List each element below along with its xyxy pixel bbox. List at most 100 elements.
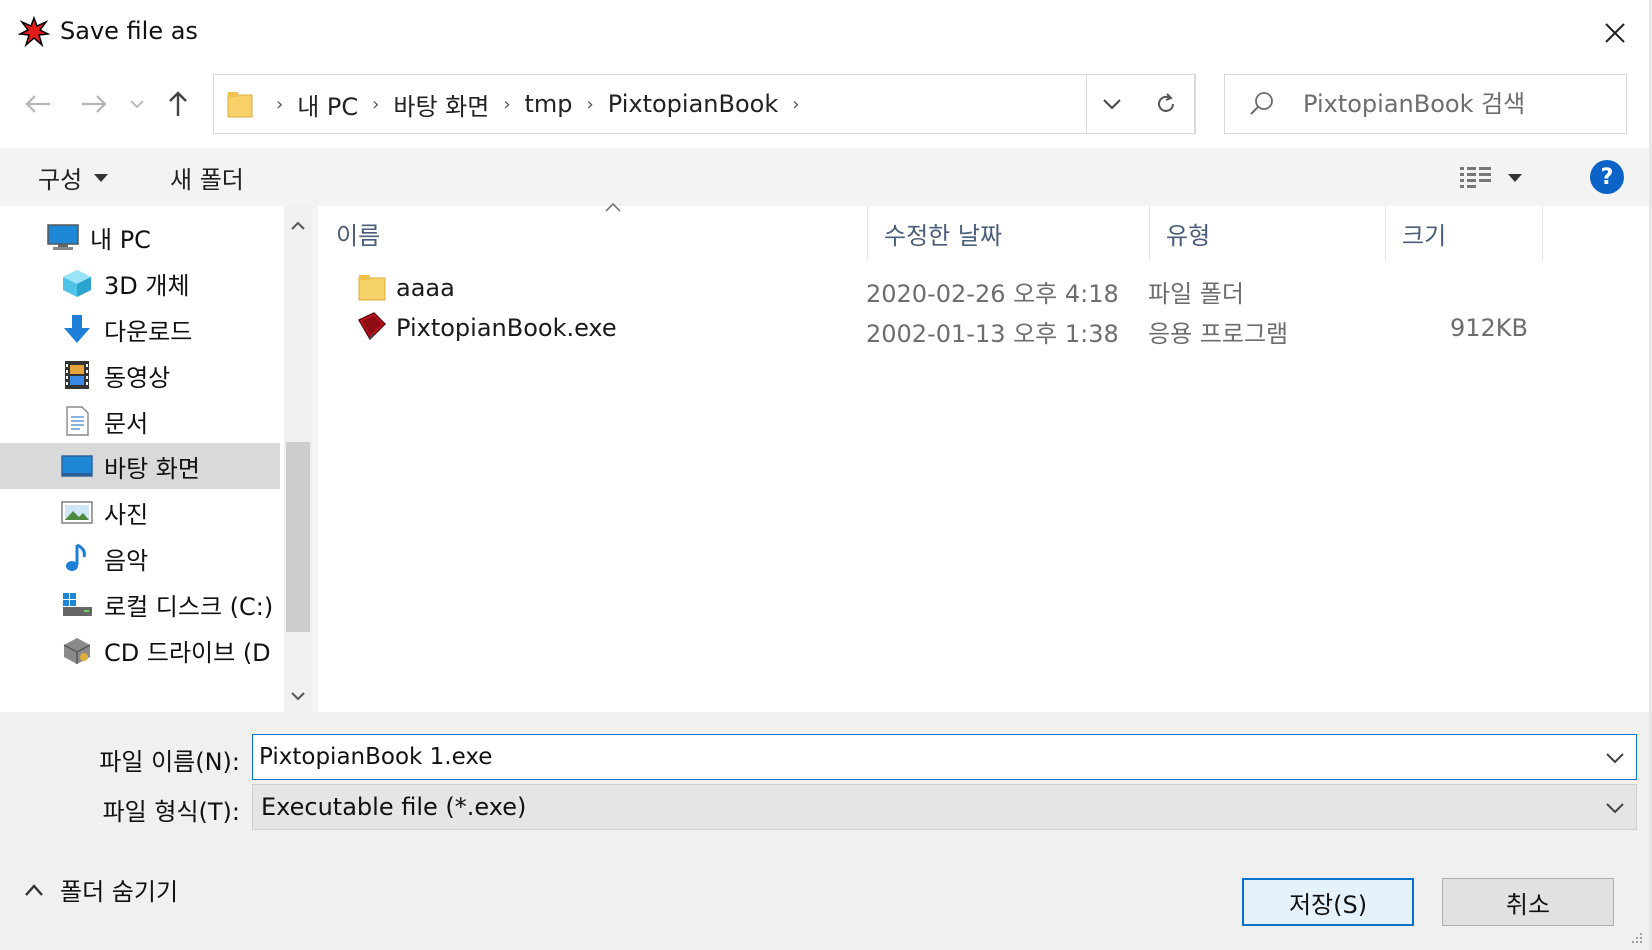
app-exe-icon bbox=[356, 310, 388, 348]
save-button[interactable]: 저장(S) bbox=[1242, 878, 1414, 926]
column-header-name[interactable]: 이름 bbox=[318, 202, 868, 260]
refresh-button[interactable] bbox=[1136, 74, 1196, 134]
navigation-pane: 내 PC 3D 개체 다운로드 동영상 문서 바탕 화면 사진 음악 로컬 디스… bbox=[0, 206, 284, 712]
breadcrumb: › 내 PC › 바탕 화면 › tmp › PixtopianBook › bbox=[262, 75, 813, 133]
nav-item-my-pc[interactable]: 내 PC bbox=[0, 214, 280, 260]
file-list: 이름 수정한 날짜 유형 크기 aaaa 2020-02-26 오후 4:18 … bbox=[318, 202, 1649, 712]
scroll-down-button[interactable] bbox=[284, 684, 312, 708]
filetype-dropdown-button[interactable] bbox=[1600, 793, 1630, 823]
organize-button[interactable]: 구성 bbox=[38, 160, 109, 195]
filetype-select[interactable]: Executable file (*.exe) bbox=[252, 784, 1637, 830]
breadcrumb-item-desktop[interactable]: 바탕 화면 bbox=[393, 87, 489, 122]
nav-item-3d-objects[interactable]: 3D 개체 bbox=[0, 260, 280, 306]
chevron-down-icon bbox=[1606, 753, 1624, 764]
column-header-label: 크기 bbox=[1402, 221, 1447, 250]
breadcrumb-separator[interactable]: › bbox=[503, 94, 510, 115]
column-header-modified[interactable]: 수정한 날짜 bbox=[868, 206, 1150, 260]
nav-item-pictures[interactable]: 사진 bbox=[0, 489, 280, 535]
pictures-icon bbox=[60, 497, 94, 527]
column-header-label: 유형 bbox=[1166, 221, 1211, 250]
search-icon bbox=[1250, 92, 1273, 115]
nav-item-cd-drive[interactable]: CD 드라이브 (D bbox=[0, 627, 280, 673]
filename-label: 파일 이름(N): bbox=[99, 748, 240, 776]
breadcrumb-separator[interactable]: › bbox=[587, 94, 594, 115]
nav-item-label: 3D 개체 bbox=[104, 271, 190, 300]
filename-dropdown-button[interactable] bbox=[1600, 743, 1630, 773]
nav-item-label: 음악 bbox=[104, 546, 149, 575]
scroll-up-button[interactable] bbox=[284, 214, 312, 238]
file-type: 응용 프로그램 bbox=[1148, 320, 1289, 348]
organize-label: 구성 bbox=[38, 166, 83, 194]
file-row[interactable]: PixtopianBook.exe 2002-01-13 오후 1:38 응용 … bbox=[318, 308, 1578, 348]
breadcrumb-item-my-pc[interactable]: 내 PC bbox=[297, 87, 358, 122]
command-toolbar: 구성 새 폴더 ? bbox=[0, 148, 1649, 206]
hide-folders-button[interactable]: 폴더 숨기기 bbox=[24, 872, 178, 907]
nav-item-label: 다운로드 bbox=[104, 317, 193, 346]
sort-ascending-icon bbox=[598, 202, 628, 222]
nav-item-documents[interactable]: 문서 bbox=[0, 398, 280, 444]
arrow-up-icon bbox=[169, 91, 187, 116]
chevron-up-icon bbox=[25, 883, 43, 896]
resize-grip-icon[interactable] bbox=[1629, 930, 1643, 944]
video-icon bbox=[60, 360, 94, 390]
computer-icon bbox=[46, 222, 80, 252]
nav-item-videos[interactable]: 동영상 bbox=[0, 352, 280, 398]
nav-item-desktop[interactable]: 바탕 화면 bbox=[0, 443, 280, 489]
filename-combobox[interactable] bbox=[252, 734, 1637, 780]
nav-item-local-disk[interactable]: 로컬 디스크 (C:) bbox=[0, 581, 280, 627]
nav-item-music[interactable]: 음악 bbox=[0, 535, 280, 581]
filetype-label: 파일 형식(T): bbox=[102, 798, 240, 826]
hide-folders-label: 폴더 숨기기 bbox=[60, 878, 179, 906]
local-disk-icon bbox=[60, 589, 94, 619]
details-view-icon bbox=[1460, 167, 1491, 188]
file-name: PixtopianBook.exe bbox=[396, 314, 617, 342]
address-history-dropdown[interactable] bbox=[1086, 74, 1136, 134]
help-button[interactable]: ? bbox=[1590, 160, 1624, 194]
close-icon bbox=[1605, 23, 1625, 43]
dropdown-triangle-icon bbox=[94, 173, 109, 182]
folder-icon bbox=[226, 89, 254, 119]
breadcrumb-separator[interactable]: › bbox=[372, 94, 379, 115]
address-bar[interactable]: › 내 PC › 바탕 화면 › tmp › PixtopianBook › bbox=[213, 74, 1195, 134]
chevron-down-icon bbox=[130, 100, 144, 109]
forward-button[interactable] bbox=[74, 84, 114, 124]
music-icon bbox=[60, 543, 94, 573]
filename-input[interactable] bbox=[259, 741, 1579, 773]
file-modified: 2002-01-13 오후 1:38 bbox=[866, 320, 1119, 348]
scrollbar-thumb[interactable] bbox=[286, 442, 310, 632]
breadcrumb-item-tmp[interactable]: tmp bbox=[525, 90, 573, 118]
arrow-right-icon bbox=[82, 95, 107, 113]
file-row[interactable]: aaaa 2020-02-26 오후 4:18 파일 폴더 bbox=[318, 268, 1578, 308]
chevron-down-icon bbox=[291, 692, 305, 701]
nav-item-label: 사진 bbox=[104, 500, 149, 529]
file-size: 912KB bbox=[1449, 314, 1528, 342]
chevron-down-icon bbox=[1102, 99, 1121, 110]
cancel-button[interactable]: 취소 bbox=[1442, 878, 1614, 926]
new-folder-button[interactable]: 새 폴더 bbox=[170, 160, 244, 195]
document-icon bbox=[60, 406, 94, 436]
refresh-icon bbox=[1157, 93, 1174, 112]
filetype-value: Executable file (*.exe) bbox=[261, 793, 527, 821]
arrow-left-icon bbox=[25, 95, 50, 113]
column-header-size[interactable]: 크기 bbox=[1386, 206, 1543, 260]
chevron-up-icon bbox=[291, 221, 305, 230]
breadcrumb-separator[interactable]: › bbox=[792, 94, 799, 115]
nav-item-label: 내 PC bbox=[90, 225, 151, 254]
save-options-panel: 파일 이름(N): 파일 형식(T): Executable file (*.e… bbox=[0, 712, 1649, 950]
recent-locations-button[interactable] bbox=[124, 84, 150, 124]
chevron-down-icon bbox=[1606, 803, 1624, 814]
file-type: 파일 폴더 bbox=[1148, 280, 1244, 308]
nav-item-downloads[interactable]: 다운로드 bbox=[0, 306, 280, 352]
close-button[interactable] bbox=[1594, 12, 1636, 54]
column-header-type[interactable]: 유형 bbox=[1150, 206, 1386, 260]
breadcrumb-item-pixtopianbook[interactable]: PixtopianBook bbox=[608, 90, 778, 118]
nav-item-label: 동영상 bbox=[104, 363, 171, 392]
dropdown-triangle-icon bbox=[1508, 174, 1522, 182]
up-button[interactable] bbox=[158, 84, 198, 124]
search-box[interactable] bbox=[1224, 74, 1627, 134]
search-input[interactable] bbox=[1303, 87, 1613, 121]
3d-objects-icon bbox=[60, 268, 94, 298]
change-view-button[interactable] bbox=[1460, 162, 1546, 194]
navigation-scrollbar[interactable] bbox=[284, 206, 312, 712]
back-button[interactable] bbox=[18, 84, 58, 124]
